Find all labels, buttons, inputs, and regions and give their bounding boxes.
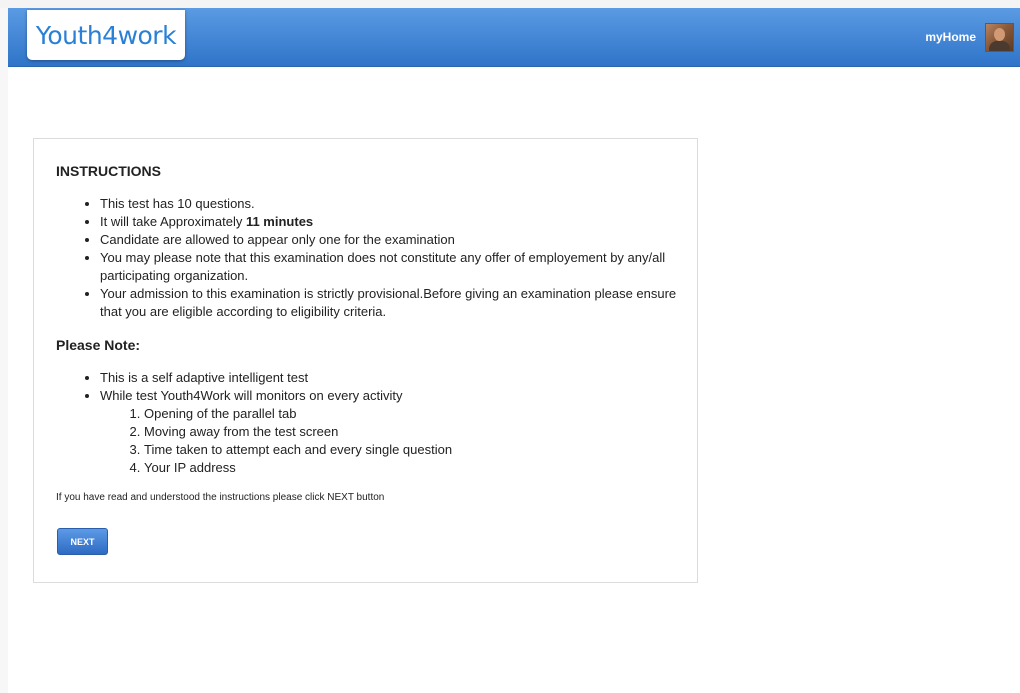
list-item: This test has 10 questions.	[100, 195, 700, 213]
instructions-page: Youth4work myHome INSTRUCTIONS This test…	[0, 0, 1020, 693]
note-list: This is a self adaptive intelligent test…	[56, 369, 700, 477]
duration-value: 11 minutes	[245, 214, 314, 229]
monitor-sublist: Opening of the parallel tab Moving away …	[100, 405, 700, 477]
instructions-title: INSTRUCTIONS	[56, 163, 161, 179]
monitor-text: While test Youth4Work will monitors on e…	[100, 388, 403, 403]
list-item: You may please note that this examinatio…	[100, 249, 700, 285]
left-gutter	[0, 8, 8, 693]
list-item: It will take Approximately 11 minutes	[100, 213, 700, 231]
myhome-link[interactable]: myHome	[925, 30, 976, 44]
logo-text: Youth4work	[35, 20, 177, 50]
list-item: Candidate are allowed to appear only one…	[100, 231, 700, 249]
next-instruction-text: If you have read and understood the inst…	[56, 492, 385, 503]
list-item: Moving away from the test screen	[144, 423, 700, 441]
avatar-head	[994, 28, 1005, 41]
instructions-panel: INSTRUCTIONS This test has 10 questions.…	[33, 138, 698, 583]
list-item: Time taken to attempt each and every sin…	[144, 441, 700, 459]
duration-prefix: It will take Approximately	[100, 214, 246, 229]
logo[interactable]: Youth4work	[27, 10, 185, 60]
list-item: This is a self adaptive intelligent test	[100, 369, 700, 387]
header-bar: Youth4work myHome	[8, 8, 1020, 67]
instructions-list: This test has 10 questions. It will take…	[56, 195, 700, 321]
list-item: Opening of the parallel tab	[144, 405, 700, 423]
note-title: Please Note:	[56, 337, 141, 353]
list-item: Your IP address	[144, 459, 700, 477]
list-item: While test Youth4Work will monitors on e…	[100, 387, 700, 477]
next-button[interactable]: NEXT	[57, 528, 108, 555]
user-avatar-icon[interactable]	[985, 23, 1014, 52]
list-item: Your admission to this examination is st…	[100, 285, 700, 321]
top-strip	[0, 0, 1020, 8]
avatar-body	[989, 41, 1010, 51]
